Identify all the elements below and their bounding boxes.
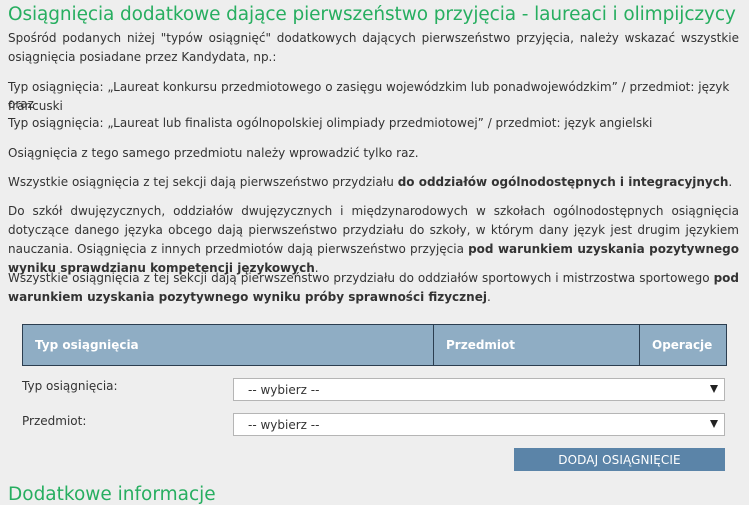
column-header-subject: Przedmiot [434,325,640,365]
priority-note-bold: do oddziałów ogólnodostępnych i integrac… [397,175,729,189]
example-line-2: Typ osiągnięcia: „Laureat lub finalista … [8,116,653,130]
subject-select[interactable]: -- wybierz -- [233,413,725,436]
add-achievement-button[interactable]: DODAJ OSIĄGNIĘCIE [514,448,725,471]
achievements-table-header: Typ osiągnięcia Przedmiot Operacje [22,324,727,366]
example-line-1-cont: oraz [8,97,34,111]
type-select-value: -- wybierz -- [248,382,320,397]
sport-note: Wszystkie osiągnięcia z tej sekcji dają … [8,271,739,304]
subject-select-value: -- wybierz -- [248,417,320,432]
type-select[interactable]: -- wybierz -- [233,378,725,401]
column-header-operations: Operacje [652,338,713,352]
subject-label: Przedmiot: [22,414,87,428]
priority-note: Wszystkie osiągnięcia z tej sekcji dają … [8,175,733,189]
chevron-down-icon [710,420,718,428]
next-section-title: Dodatkowe informacje [8,484,216,505]
bilingual-note: Do szkół dwujęzycznych, oddziałów dwujęz… [8,204,739,275]
chevron-down-icon [710,385,718,393]
type-label: Typ osiągnięcia: [22,379,118,393]
section-title: Osiągnięcia dodatkowe dające pierwszeńst… [8,4,736,25]
column-header-type: Typ osiągnięcia [23,325,434,365]
intro-text: Spośród podanych niżej "typów osiągnięć"… [8,31,739,64]
same-subject-note: Osiągnięcia z tego samego przedmiotu nal… [8,146,419,160]
